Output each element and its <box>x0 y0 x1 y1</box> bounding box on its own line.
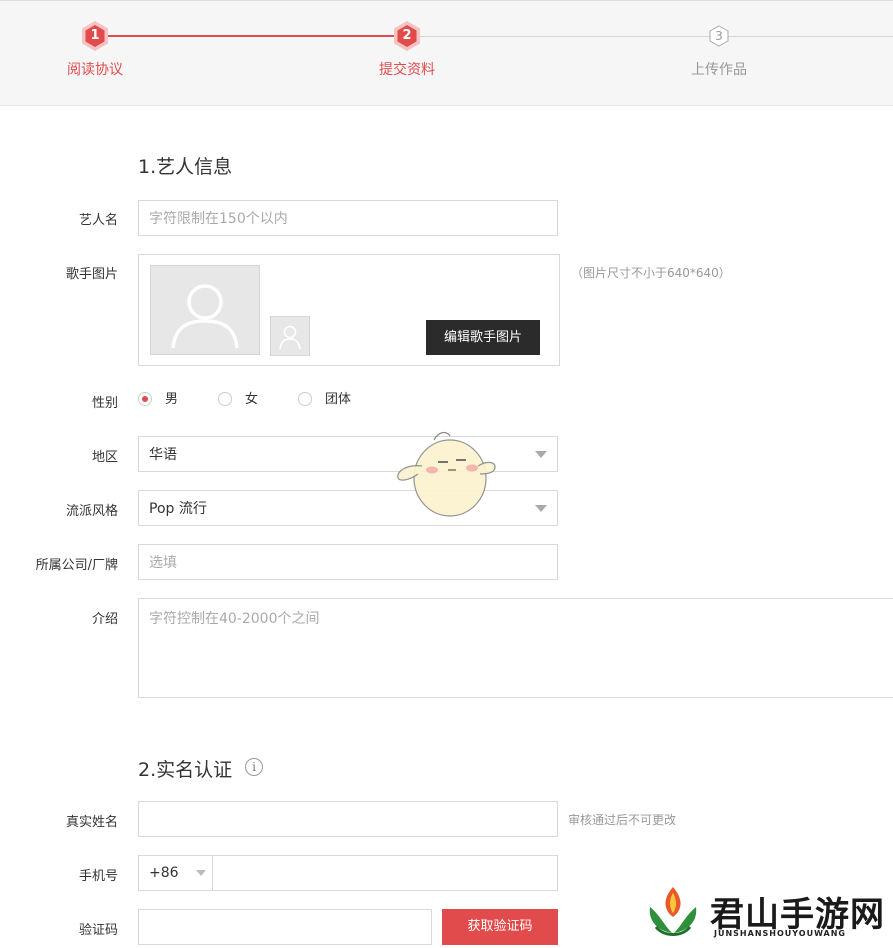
step-label: 阅读协议 <box>67 62 123 78</box>
step-read-agreement: 1 阅读协议 <box>35 21 155 79</box>
singer-photo-label: 歌手图片 <box>65 267 118 282</box>
genre-label: 流派风格 <box>65 504 118 519</box>
radio-dot <box>218 392 232 406</box>
artist-name-input[interactable]: 字符限制在150个以内 <box>138 200 558 236</box>
step-number: 1 <box>90 28 100 43</box>
progress-stepper: 1 阅读协议 2 提交资料 3 上传作品 <box>0 0 893 106</box>
region-value: 华语 <box>149 447 177 463</box>
step-submit-info: 2 提交资料 <box>347 21 467 79</box>
real-name-hint: 审核通过后不可更改 <box>568 813 677 827</box>
radio-label: 男 <box>165 392 179 407</box>
radio-label: 团体 <box>325 392 352 407</box>
site-watermark: 君山手游网 JUNSHANSHOUYOUWANG <box>642 883 892 945</box>
section-title-real-name-verification: 2.实名认证 <box>138 759 233 781</box>
verification-code-input[interactable] <box>138 909 432 945</box>
company-input[interactable]: 选填 <box>138 544 558 580</box>
watermark-subtitle: JUNSHANSHOUYOUWANG <box>714 929 846 938</box>
step-label: 上传作品 <box>691 62 747 78</box>
country-code-select[interactable]: +86 <box>138 855 213 891</box>
step-hexagon-icon: 2 <box>393 21 421 51</box>
step-line-pending <box>418 36 893 37</box>
country-code-value: +86 <box>149 865 179 881</box>
artist-name-placeholder: 字符限制在150个以内 <box>149 211 288 227</box>
genre-value: Pop 流行 <box>149 501 207 517</box>
company-label: 所属公司/厂牌 <box>35 558 118 573</box>
region-label: 地区 <box>91 450 118 465</box>
verification-code-label: 验证码 <box>78 923 118 938</box>
photo-size-hint: （图片尺寸不小于640*640） <box>571 266 731 280</box>
avatar-small-placeholder-icon <box>270 316 310 356</box>
company-placeholder: 选填 <box>149 555 177 571</box>
artist-name-label: 艺人名 <box>78 213 118 228</box>
radio-dot <box>298 392 312 406</box>
phone-label: 手机号 <box>78 869 118 884</box>
get-verification-code-button[interactable]: 获取验证码 <box>442 909 558 945</box>
radio-label: 女 <box>245 392 259 407</box>
chevron-down-icon <box>196 870 206 876</box>
intro-textarea[interactable]: 字符控制在40-2000个之间 <box>138 598 893 698</box>
step-number: 2 <box>402 28 412 43</box>
intro-placeholder: 字符控制在40-2000个之间 <box>149 611 320 627</box>
edit-singer-photo-button[interactable]: 编辑歌手图片 <box>426 320 540 355</box>
chevron-down-icon <box>535 505 547 512</box>
step-number: 3 <box>715 29 723 43</box>
intro-label: 介绍 <box>91 612 118 627</box>
singer-photo-box: 编辑歌手图片 <box>138 254 560 366</box>
gender-label: 性别 <box>91 396 118 411</box>
phone-input[interactable] <box>212 855 558 891</box>
radio-dot <box>138 392 152 406</box>
step-hexagon-icon: 1 <box>81 21 109 51</box>
watermark-logo-icon <box>649 887 697 936</box>
section-title-artist-info: 1.艺人信息 <box>138 156 233 178</box>
real-name-label: 真实姓名 <box>65 815 118 830</box>
mascot-sticker-icon <box>392 428 502 520</box>
real-name-input[interactable] <box>138 801 558 837</box>
step-hexagon-icon: 3 <box>705 21 733 51</box>
info-icon[interactable]: i <box>245 758 263 776</box>
avatar-large-placeholder-icon <box>150 265 260 355</box>
step-upload-works: 3 上传作品 <box>659 21 779 79</box>
step-label: 提交资料 <box>379 62 435 78</box>
chevron-down-icon <box>535 451 547 458</box>
